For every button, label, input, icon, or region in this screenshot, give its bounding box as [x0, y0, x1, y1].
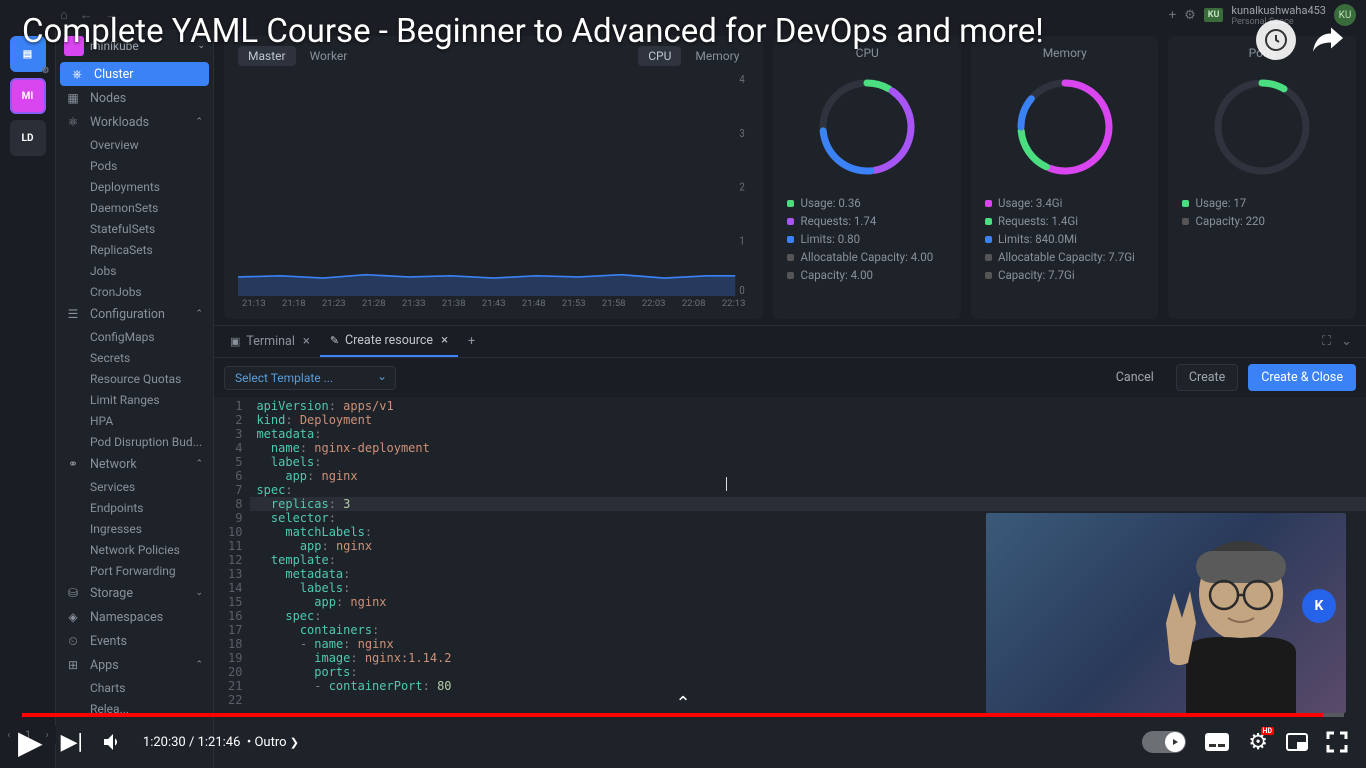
sidebar: minikube ⌄ ⎈Cluster ▦Nodes ⚛Workloads⌃ O… [56, 30, 214, 768]
editor-line[interactable]: spec: [250, 483, 1366, 497]
sidebar-item-pods[interactable]: Pods [56, 155, 213, 176]
sidebar-item-charts[interactable]: Charts [56, 677, 213, 698]
expand-icon[interactable]: ⛶ [1322, 334, 1331, 349]
create-resource-tab[interactable]: ✎Create resource× [320, 326, 458, 357]
pencil-icon: ✎ [330, 334, 339, 347]
sidebar-section-apps[interactable]: ⊞Apps⌃ [56, 653, 213, 677]
volume-button[interactable] [101, 730, 125, 754]
video-time: 1:20:30 / 1:21:46 • Outro ❯ [143, 735, 299, 750]
svg-text:3: 3 [739, 126, 744, 140]
editor-cursor [726, 477, 727, 491]
autoplay-toggle[interactable] [1142, 731, 1186, 753]
watch-later-icon[interactable] [1256, 20, 1296, 60]
next-button[interactable]: ▶| [61, 730, 83, 755]
sidebar-item-services[interactable]: Services [56, 476, 213, 497]
editor-line[interactable]: replicas: 3 [250, 497, 1366, 511]
namespaces-icon: ◈ [66, 610, 80, 624]
fullscreen-button[interactable] [1326, 731, 1348, 753]
left-rail: ▤⚙ MI LD [0, 30, 56, 768]
close-icon[interactable]: × [441, 333, 448, 348]
add-tab-button[interactable]: + [458, 334, 485, 349]
sidebar-item-resource-quotas[interactable]: Resource Quotas [56, 368, 213, 389]
sidebar-item-pod-disruption-bud-[interactable]: Pod Disruption Bud... [56, 431, 213, 452]
share-icon[interactable] [1310, 20, 1346, 60]
nodes-icon: ▦ [66, 91, 80, 105]
channel-logo: K [1302, 589, 1336, 623]
template-select[interactable]: Select Template ... [224, 366, 396, 390]
panel-tabbar: ▣Terminal× ✎Create resource× + ⛶ ⌄ [214, 326, 1366, 358]
svg-text:1: 1 [739, 234, 744, 248]
sidebar-item-cluster[interactable]: ⎈Cluster [60, 62, 209, 86]
editor-line[interactable]: app: nginx [250, 469, 1366, 483]
terminal-icon: ▣ [230, 335, 240, 348]
terminal-tab[interactable]: ▣Terminal× [220, 326, 320, 357]
sidebar-item-endpoints[interactable]: Endpoints [56, 497, 213, 518]
expand-chevron-icon[interactable]: ⌃ [675, 693, 690, 714]
sidebar-item-hpa[interactable]: HPA [56, 410, 213, 431]
editor-line[interactable]: apiVersion: apps/v1 [250, 399, 1366, 413]
sidebar-section-storage[interactable]: ⛁Storage⌄ [56, 581, 213, 605]
svg-text:2: 2 [739, 180, 744, 194]
cpu-chart-card: Master Worker CPU Memory 4 3 2 1 [224, 36, 763, 319]
apps-icon: ⊞ [66, 658, 80, 672]
chevron-up-icon: ⌃ [195, 309, 203, 319]
sidebar-item-events[interactable]: ⏲Events [56, 629, 213, 653]
sidebar-item-port-forwarding[interactable]: Port Forwarding [56, 560, 213, 581]
sidebar-item-cronjobs[interactable]: CronJobs [56, 281, 213, 302]
cancel-button[interactable]: Cancel [1104, 365, 1166, 390]
close-icon[interactable]: × [303, 334, 310, 349]
gauge-memory: MemoryUsage: 3.4GiRequests: 1.4GiLimits:… [971, 36, 1159, 319]
sidebar-item-configmaps[interactable]: ConfigMaps [56, 326, 213, 347]
sidebar-section-network[interactable]: ⚭Network⌃ [56, 452, 213, 476]
sidebar-item-statefulsets[interactable]: StatefulSets [56, 218, 213, 239]
editor-line[interactable]: name: nginx-deployment [250, 441, 1366, 455]
sidebar-item-deployments[interactable]: Deployments [56, 176, 213, 197]
storage-icon: ⛁ [66, 586, 80, 600]
editor-line[interactable]: labels: [250, 455, 1366, 469]
chevron-down-icon: ⌄ [195, 588, 203, 598]
rail-cluster-mi[interactable]: MI [10, 78, 46, 114]
captions-button[interactable] [1204, 732, 1230, 752]
svg-text:4: 4 [739, 72, 744, 86]
sidebar-section-configuration[interactable]: ☰Configuration⌃ [56, 302, 213, 326]
sidebar-item-daemonsets[interactable]: DaemonSets [56, 197, 213, 218]
sidebar-item-nodes[interactable]: ▦Nodes [56, 86, 213, 110]
webcam-overlay: K [986, 513, 1346, 713]
cluster-nav-icon: ⎈ [70, 67, 84, 82]
editor-line[interactable]: metadata: [250, 427, 1366, 441]
sidebar-item-jobs[interactable]: Jobs [56, 260, 213, 281]
sidebar-item-secrets[interactable]: Secrets [56, 347, 213, 368]
miniplayer-button[interactable] [1286, 733, 1308, 751]
chevron-down-icon[interactable]: ⌄ [1341, 334, 1352, 349]
play-button[interactable]: ▶ [18, 723, 43, 761]
create-button[interactable]: Create [1176, 364, 1238, 391]
user-name: kunalkushwaha453 [1231, 4, 1326, 17]
create-close-button[interactable]: Create & Close [1248, 364, 1356, 391]
gauge-pods: PodsUsage: 17Capacity: 220 [1168, 36, 1356, 319]
svg-text:0: 0 [739, 283, 744, 296]
events-icon: ⏲ [66, 634, 80, 649]
editor-line[interactable]: kind: Deployment [250, 413, 1366, 427]
sidebar-item-namespaces[interactable]: ◈Namespaces [56, 605, 213, 629]
rail-cluster-ld[interactable]: LD [10, 120, 46, 156]
settings-button[interactable]: ⚙HD [1248, 730, 1268, 755]
sidebar-item-ingresses[interactable]: Ingresses [56, 518, 213, 539]
gauge-cpu: CPUUsage: 0.36Requests: 1.74Limits: 0.80… [773, 36, 961, 319]
chevron-up-icon: ⌃ [195, 459, 203, 469]
chevron-up-icon: ⌃ [195, 117, 203, 127]
network-icon: ⚭ [66, 457, 80, 471]
sidebar-item-replicasets[interactable]: ReplicaSets [56, 239, 213, 260]
sidebar-section-workloads[interactable]: ⚛Workloads⌃ [56, 110, 213, 134]
sidebar-item-overview[interactable]: Overview [56, 134, 213, 155]
config-icon: ☰ [66, 307, 80, 321]
sidebar-item-network-policies[interactable]: Network Policies [56, 539, 213, 560]
sidebar-item-limit-ranges[interactable]: Limit Ranges [56, 389, 213, 410]
workloads-icon: ⚛ [66, 115, 80, 129]
chevron-up-icon: ⌃ [195, 660, 203, 670]
video-title: Complete YAML Course - Beginner to Advan… [22, 12, 1226, 51]
